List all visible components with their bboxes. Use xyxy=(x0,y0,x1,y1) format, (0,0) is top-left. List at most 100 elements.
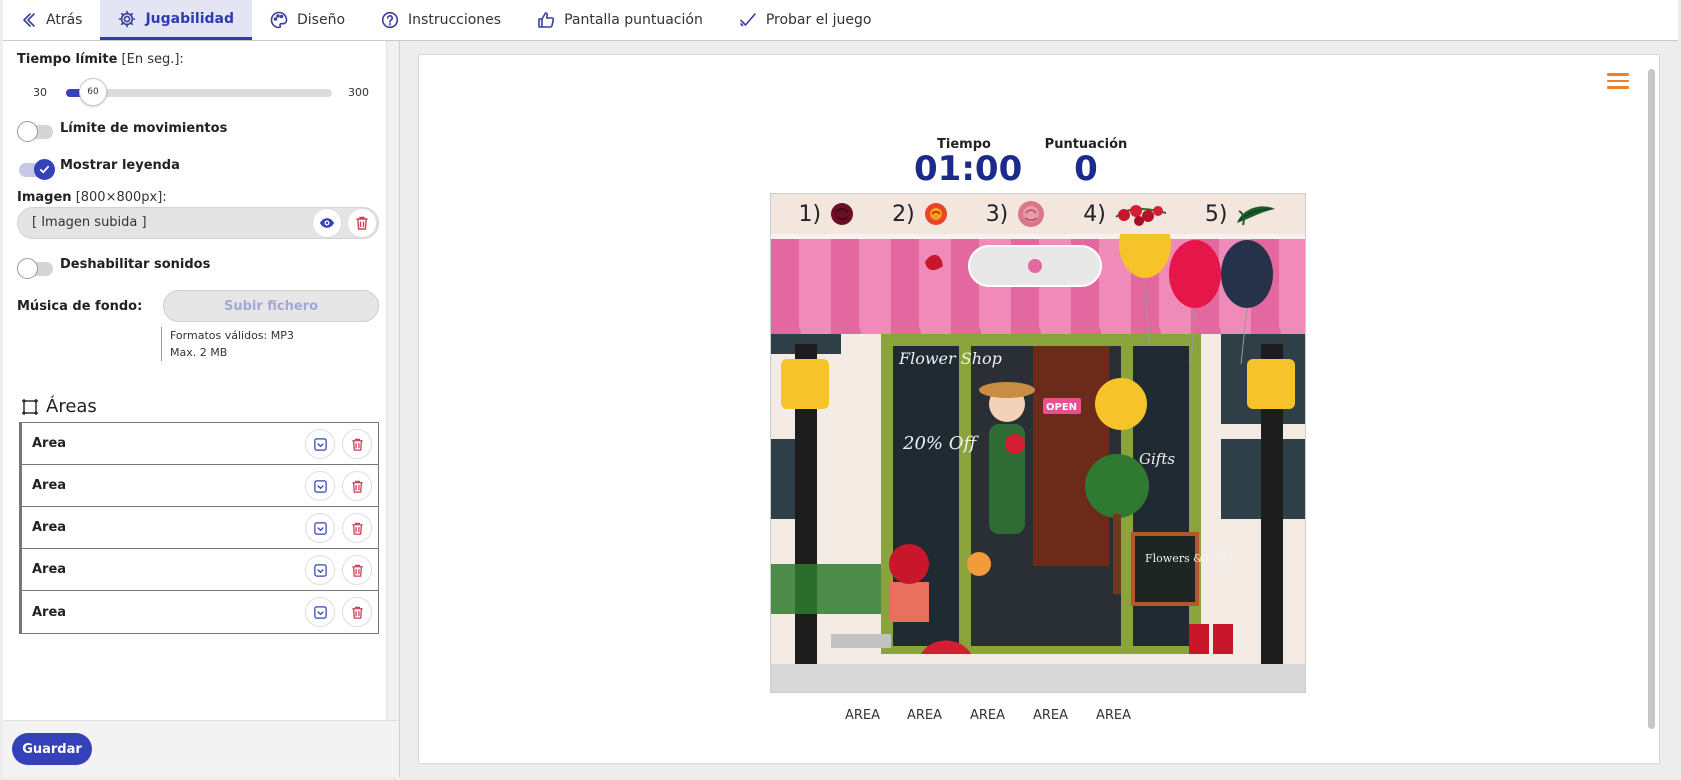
expand-area-button[interactable] xyxy=(305,513,335,543)
green-leaf-icon xyxy=(1237,206,1276,226)
area-label: AREA xyxy=(845,708,881,723)
expand-area-button[interactable] xyxy=(305,471,335,501)
check-icon xyxy=(39,165,50,174)
tab-label: Atrás xyxy=(46,12,83,28)
time-limit-label: Tiempo límite [En seg.]: xyxy=(17,52,184,67)
settings-scrollbar[interactable] xyxy=(386,41,399,777)
toggle-knob xyxy=(17,258,38,279)
tab-score-screen[interactable]: Pantalla puntuación xyxy=(519,0,721,40)
thumbs-up-icon xyxy=(538,12,555,28)
legend-number: 1) xyxy=(798,201,822,227)
chevron-down-box-icon xyxy=(313,437,327,451)
upload-file-button[interactable]: Subir fichero xyxy=(163,290,379,322)
flower-shop-sign: Flower Shop xyxy=(898,349,1002,368)
area-row[interactable]: Area xyxy=(22,591,378,633)
score-display: Puntuación 0 xyxy=(1026,137,1146,186)
tab-instructions[interactable]: Instrucciones xyxy=(363,0,519,40)
preview-image-button[interactable] xyxy=(312,208,342,238)
tab-label: Pantalla puntuación xyxy=(564,12,703,28)
move-limit-label: Límite de movimientos xyxy=(60,121,228,136)
tab-back[interactable]: Atrás xyxy=(3,0,100,40)
disable-sounds-toggle[interactable] xyxy=(17,258,53,279)
tab-label: Instrucciones xyxy=(408,12,502,28)
tab-test-game[interactable]: Probar el juego xyxy=(721,0,890,40)
legend-number: 4) xyxy=(1083,201,1106,227)
timer-value: 01:00 xyxy=(914,149,1023,189)
tab-label: Jugabilidad xyxy=(145,10,235,27)
toggle-knob xyxy=(34,159,55,180)
score-value: 0 xyxy=(1074,149,1098,189)
game-preview-canvas: Tiempo 01:00 Puntuación 0 1) 2) 3) 4) 5)… xyxy=(418,54,1660,764)
legend-number: 3) xyxy=(985,201,1009,227)
image-label: Imagen [800×800px]: xyxy=(17,190,167,205)
areas-list: Area Area Area Area Area xyxy=(19,422,379,634)
trash-icon xyxy=(351,522,363,535)
discount-sign: 20% Off xyxy=(902,433,979,454)
move-limit-toggle[interactable] xyxy=(17,121,53,142)
check-icon xyxy=(740,13,756,27)
slider-max-label: 300 xyxy=(348,86,369,99)
tab-gameplay[interactable]: Jugabilidad xyxy=(100,0,253,40)
delete-area-button[interactable] xyxy=(342,555,372,585)
tab-design[interactable]: Diseño xyxy=(252,0,363,40)
area-row[interactable]: Area xyxy=(22,507,378,549)
legend-item: 4) xyxy=(1083,199,1170,229)
timer-display: Tiempo 01:00 xyxy=(914,137,1023,189)
time-limit-hint: [En seg.]: xyxy=(121,52,184,67)
area-row[interactable]: Area xyxy=(22,423,378,465)
chevron-down-box-icon xyxy=(313,605,327,619)
tab-bar: Atrás Jugabilidad Diseño Instrucciones P… xyxy=(3,0,1678,41)
show-legend-toggle[interactable] xyxy=(19,159,55,180)
expand-area-button[interactable] xyxy=(305,429,335,459)
flowers-gifts-board: Flowers & Gifts xyxy=(1145,552,1233,565)
tab-label: Diseño xyxy=(297,12,346,28)
formats-hint: Formatos válidos: MP3 xyxy=(170,329,294,342)
background-music-label: Música de fondo: xyxy=(17,299,143,314)
trash-icon xyxy=(351,564,363,577)
toggle-knob xyxy=(17,121,38,142)
chevron-down-box-icon xyxy=(313,479,327,493)
expand-area-button[interactable] xyxy=(305,597,335,627)
open-sign: OPEN xyxy=(1046,402,1077,413)
slider-min-label: 30 xyxy=(33,86,47,99)
app-window: Atrás Jugabilidad Diseño Instrucciones P… xyxy=(0,0,1681,780)
pink-rose-icon xyxy=(1018,201,1045,227)
tab-label: Probar el juego xyxy=(765,12,872,28)
delete-area-button[interactable] xyxy=(342,597,372,627)
areas-title-text: Áreas xyxy=(46,396,97,417)
area-row[interactable]: Area xyxy=(22,465,378,507)
save-button[interactable]: Guardar xyxy=(12,733,92,765)
show-legend-label: Mostrar leyenda xyxy=(60,158,180,173)
trash-icon xyxy=(351,438,363,451)
trash-icon xyxy=(351,480,363,493)
file-format-hint: Formatos válidos: MP3 Max. 2 MB xyxy=(161,327,294,361)
eye-icon xyxy=(319,218,335,228)
area-name: Area xyxy=(32,604,67,620)
expand-area-button[interactable] xyxy=(305,555,335,585)
legend-item: 5) xyxy=(1205,199,1280,229)
delete-image-button[interactable] xyxy=(347,208,377,238)
game-image[interactable]: 1) 2) 3) 4) 5) Flower Shop 20% Off Gifts… xyxy=(770,193,1306,693)
hamburger-menu-icon[interactable] xyxy=(1607,69,1629,93)
chevron-down-box-icon xyxy=(313,521,327,535)
question-circle-icon xyxy=(381,11,399,29)
preview-scrollbar[interactable] xyxy=(1648,69,1655,729)
delete-area-button[interactable] xyxy=(342,513,372,543)
slider-thumb[interactable]: 60 xyxy=(79,78,107,106)
trash-icon xyxy=(351,606,363,619)
delete-area-button[interactable] xyxy=(342,429,372,459)
red-berries-icon xyxy=(1115,205,1167,226)
trash-icon xyxy=(356,216,368,230)
time-limit-slider[interactable]: 60 xyxy=(66,78,332,106)
area-row[interactable]: Area xyxy=(22,549,378,591)
area-label: AREA xyxy=(970,708,1006,723)
time-limit-text: Tiempo límite xyxy=(17,52,118,67)
delete-area-button[interactable] xyxy=(342,471,372,501)
dark-rose-icon xyxy=(831,203,854,225)
image-hint: [800×800px]: xyxy=(75,190,167,205)
save-bar: Guardar xyxy=(3,720,399,777)
legend-item: 2) xyxy=(892,200,951,228)
legend-item: 3) xyxy=(986,199,1049,229)
legend-item: 1) xyxy=(799,200,858,228)
chevron-left-icon xyxy=(23,13,35,27)
